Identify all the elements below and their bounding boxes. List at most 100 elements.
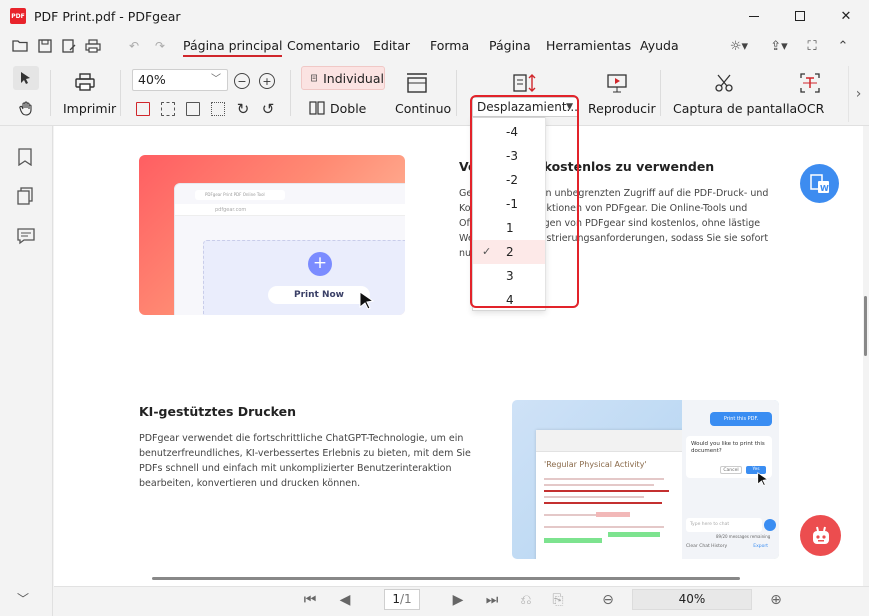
- document-mockup-title: 'Regular Physical Activity': [544, 460, 647, 469]
- previous-view-icon[interactable]: ⎌: [516, 590, 536, 610]
- last-page-icon[interactable]: ⏭: [482, 590, 502, 610]
- close-button[interactable]: ✕: [823, 0, 869, 32]
- text-line: [544, 484, 654, 486]
- dropdown-option[interactable]: -1: [473, 192, 545, 216]
- dropdown-option[interactable]: -4: [473, 120, 545, 144]
- rotate-counterclockwise-icon[interactable]: ↺: [259, 100, 277, 118]
- play-label[interactable]: Reproducir: [588, 101, 656, 116]
- ocr-icon[interactable]: [797, 70, 823, 96]
- green-highlight: [608, 532, 660, 537]
- dropdown-option-selected[interactable]: ✓ 2: [473, 240, 545, 264]
- next-view-icon[interactable]: ⎘: [548, 590, 568, 610]
- menu-page[interactable]: Página: [489, 38, 531, 53]
- single-page-label: Individual: [323, 70, 384, 86]
- minimize-button[interactable]: [731, 0, 777, 32]
- zoom-select[interactable]: 40% ﹀: [132, 69, 228, 91]
- ai-heading: KI-gestütztes Drucken: [139, 404, 296, 419]
- status-zoom-out-icon[interactable]: ⊖: [598, 590, 618, 610]
- dropdown-scrollbar[interactable]: [545, 117, 546, 311]
- text-line: [544, 496, 644, 498]
- horizontal-scroll-thumb[interactable]: [152, 577, 740, 580]
- double-page-label[interactable]: Doble: [330, 101, 366, 116]
- save-icon[interactable]: [35, 36, 55, 56]
- dropdown-option[interactable]: 4: [473, 288, 545, 312]
- mouse-cursor-icon: [359, 291, 375, 314]
- menu-help[interactable]: Ayuda: [640, 38, 679, 53]
- comments-icon[interactable]: [17, 227, 35, 245]
- menu-home[interactable]: Página principal: [183, 38, 283, 57]
- continuous-label[interactable]: Continuo: [395, 101, 451, 116]
- vertical-scrollbar[interactable]: [863, 126, 869, 586]
- document-mockup: 'Regular Physical Activity': [536, 430, 684, 559]
- open-folder-icon[interactable]: [10, 36, 30, 56]
- app-logo-icon: PDF: [10, 8, 26, 24]
- dropdown-option[interactable]: 1: [473, 216, 545, 240]
- ribbon-scroll-right-icon[interactable]: ›: [848, 66, 868, 122]
- share-icon[interactable]: ⇪▾: [768, 36, 790, 56]
- fit-visible-icon[interactable]: [211, 102, 225, 116]
- redo-icon[interactable]: ↷: [150, 36, 170, 56]
- highlight-mark: [596, 512, 630, 517]
- checkmark-icon: ✓: [482, 245, 492, 258]
- single-page-button[interactable]: Individual: [301, 66, 385, 90]
- ai-assistant-icon[interactable]: [800, 515, 841, 556]
- zoom-value: 40%: [138, 72, 166, 87]
- scroll-mode-select[interactable]: Desplazamient... ▼: [472, 97, 578, 117]
- continuous-icon[interactable]: [404, 70, 430, 96]
- thumbnails-icon[interactable]: [17, 187, 35, 205]
- status-zoom-in-icon[interactable]: ⊕: [766, 590, 786, 610]
- zoom-in-icon[interactable]: +: [259, 73, 275, 89]
- separator: [50, 70, 51, 116]
- rotate-clockwise-icon[interactable]: ↻: [234, 100, 252, 118]
- text-line: [544, 514, 604, 516]
- ocr-label[interactable]: OCR: [797, 101, 824, 116]
- ribbon-toolbar: [0, 60, 869, 126]
- scroll-mode-dropdown: -4 -3 -2 -1 1 ✓ 2 3 4: [472, 117, 546, 311]
- theme-icon[interactable]: ☼▾: [728, 36, 750, 56]
- next-page-icon[interactable]: ▶: [448, 590, 468, 610]
- option-label: -2: [506, 173, 518, 187]
- first-page-icon[interactable]: ⏮: [300, 590, 320, 610]
- menu-comment[interactable]: Comentario: [287, 38, 360, 53]
- screenshot-icon[interactable]: [711, 70, 737, 96]
- fit-page-icon[interactable]: [161, 102, 175, 116]
- send-icon: [764, 519, 776, 531]
- fit-width-icon[interactable]: [136, 102, 150, 116]
- status-zoom-field[interactable]: 40%: [632, 589, 752, 610]
- chat-input-mockup: Type here to chat: [686, 518, 762, 532]
- page-number-field[interactable]: 1/1: [384, 589, 420, 610]
- previous-page-icon[interactable]: ◀: [335, 590, 355, 610]
- separator: [456, 70, 457, 116]
- green-highlight: [544, 538, 602, 543]
- dropdown-option[interactable]: -3: [473, 144, 545, 168]
- print-icon[interactable]: [83, 36, 103, 56]
- maximize-button[interactable]: [777, 0, 823, 32]
- collapse-ribbon-icon[interactable]: ⌃: [832, 36, 854, 56]
- hand-tool-icon[interactable]: [14, 97, 38, 119]
- menu-edit[interactable]: Editar: [373, 38, 410, 53]
- undo-icon[interactable]: ↶: [124, 36, 144, 56]
- fullscreen-icon[interactable]: ⛶: [801, 36, 823, 56]
- menu-shape[interactable]: Forma: [430, 38, 469, 53]
- select-tool-icon[interactable]: [13, 66, 39, 90]
- dropdown-option[interactable]: -2: [473, 168, 545, 192]
- print-large-icon[interactable]: [72, 70, 98, 94]
- pdf-to-word-icon[interactable]: W: [800, 164, 839, 203]
- menu-tools[interactable]: Herramientas: [546, 38, 631, 53]
- play-slideshow-icon[interactable]: [604, 70, 630, 96]
- save-as-icon[interactable]: [59, 36, 79, 56]
- zoom-out-icon[interactable]: −: [234, 73, 250, 89]
- sidebar-expand-icon[interactable]: ﹀: [17, 590, 29, 607]
- bookmark-icon[interactable]: [17, 148, 35, 167]
- double-page-icon[interactable]: [308, 99, 326, 117]
- actual-size-icon[interactable]: [186, 102, 200, 116]
- messages-remaining: 89/20 messages remaining: [716, 534, 771, 539]
- screenshot-label[interactable]: Captura de pantalla: [673, 101, 797, 116]
- dropdown-option[interactable]: 3: [473, 264, 545, 288]
- single-page-icon: [311, 74, 317, 82]
- chat-request-bubble: Print this PDF.: [710, 412, 772, 426]
- vertical-scroll-thumb[interactable]: [864, 296, 867, 356]
- print-button-label[interactable]: Imprimir: [63, 101, 116, 116]
- scroll-mode-icon[interactable]: [511, 70, 539, 96]
- svg-text:W: W: [820, 184, 829, 193]
